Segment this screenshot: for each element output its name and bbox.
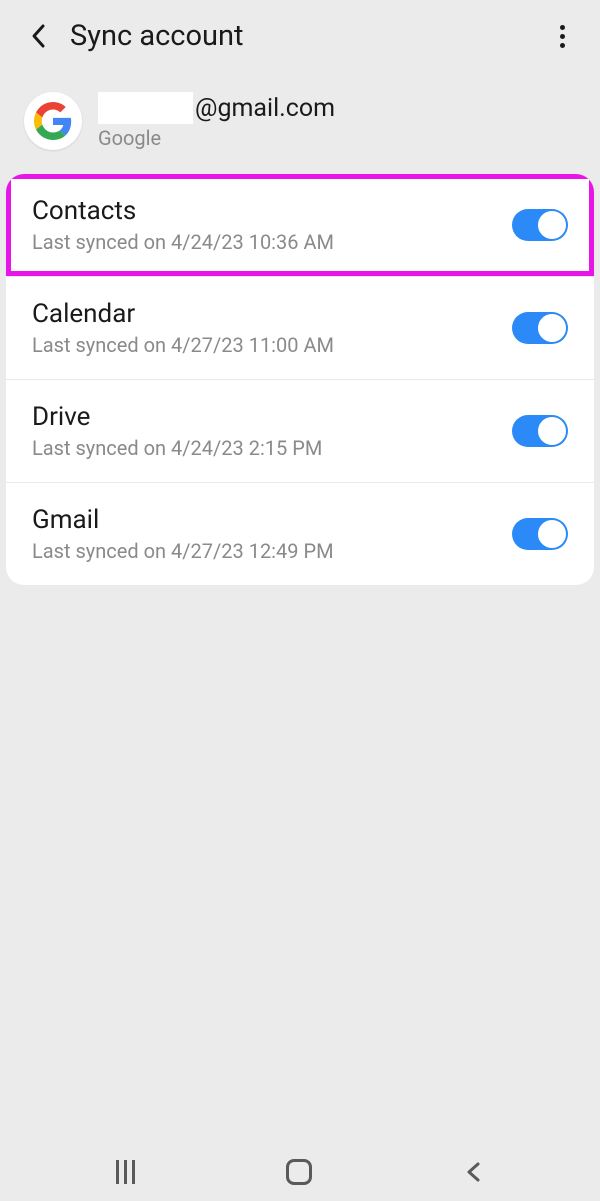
sync-item-contacts[interactable]: Contacts Last synced on 4/24/23 10:36 AM	[6, 174, 594, 277]
sync-item-title: Contacts	[32, 196, 512, 226]
sync-item-subtitle: Last synced on 4/27/23 11:00 AM	[32, 333, 512, 357]
nav-back-button[interactable]	[464, 1158, 484, 1186]
sync-item-subtitle: Last synced on 4/24/23 10:36 AM	[32, 230, 512, 254]
sync-item-subtitle: Last synced on 4/27/23 12:49 PM	[32, 539, 512, 563]
sync-item-drive[interactable]: Drive Last synced on 4/24/23 2:15 PM	[6, 380, 594, 483]
android-navigation-bar	[0, 1143, 600, 1201]
email-redacted	[98, 92, 193, 124]
sync-item-title: Drive	[32, 402, 512, 432]
sync-items-list: Contacts Last synced on 4/24/23 10:36 AM…	[6, 174, 594, 585]
back-button[interactable]	[24, 22, 52, 50]
email-suffix: @gmail.com	[195, 94, 335, 123]
page-title: Sync account	[70, 19, 548, 53]
nav-home-button[interactable]	[286, 1159, 312, 1185]
account-provider: Google	[98, 126, 335, 150]
toggle-contacts[interactable]	[512, 209, 568, 241]
sync-item-calendar[interactable]: Calendar Last synced on 4/27/23 11:00 AM	[6, 277, 594, 380]
google-logo-icon	[24, 92, 82, 150]
sync-item-gmail[interactable]: Gmail Last synced on 4/27/23 12:49 PM	[6, 483, 594, 585]
toggle-drive[interactable]	[512, 415, 568, 447]
toggle-gmail[interactable]	[512, 518, 568, 550]
sync-item-subtitle: Last synced on 4/24/23 2:15 PM	[32, 436, 512, 460]
app-header: Sync account	[0, 0, 600, 72]
sync-item-title: Calendar	[32, 299, 512, 329]
more-options-button[interactable]	[548, 22, 576, 50]
dots-vertical-icon	[560, 25, 565, 30]
toggle-calendar[interactable]	[512, 312, 568, 344]
sync-item-title: Gmail	[32, 505, 512, 535]
nav-recents-button[interactable]	[116, 1160, 135, 1184]
account-info: @gmail.com Google	[0, 72, 600, 174]
